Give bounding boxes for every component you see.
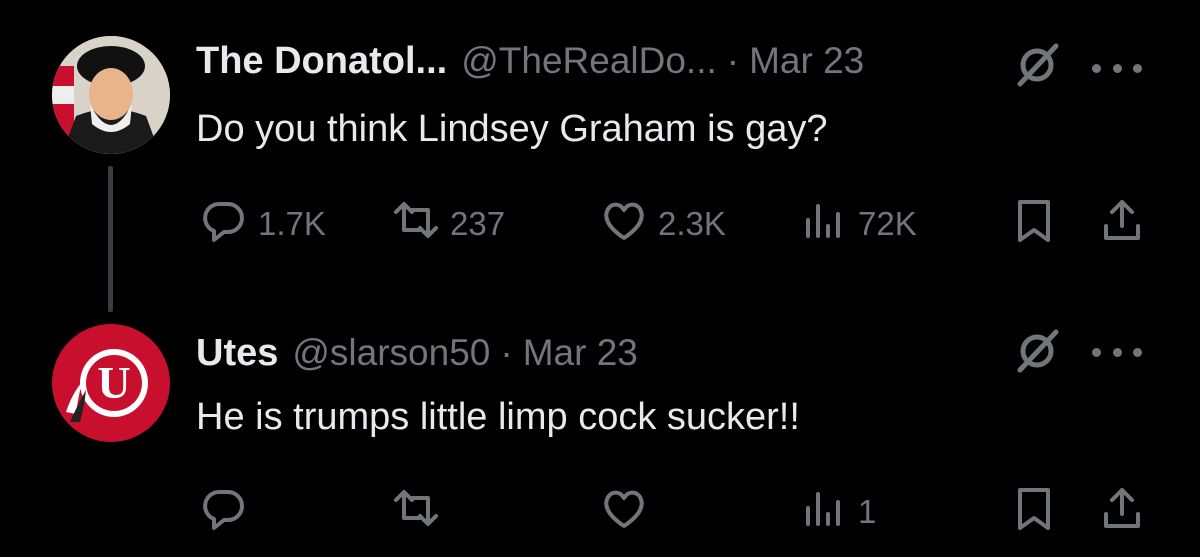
like-icon — [600, 484, 648, 540]
more-icon[interactable] — [1092, 340, 1142, 364]
tweet-parent[interactable]: The Donatol... @TheRealDo... · Mar 23 Do… — [0, 0, 1200, 320]
bookmark-button[interactable] — [1010, 484, 1058, 540]
tweet-text: Do you think Lindsey Graham is gay? — [196, 108, 828, 150]
separator: · — [726, 40, 740, 81]
avatar[interactable] — [52, 36, 170, 154]
svg-text:U: U — [97, 357, 130, 408]
tweet-header: The Donatol... @TheRealDo... · Mar 23 — [196, 40, 864, 83]
more-icon[interactable] — [1092, 56, 1142, 80]
reply-icon — [200, 484, 248, 540]
bookmark-button[interactable] — [1010, 196, 1058, 252]
action-bar: 1 — [0, 484, 1200, 544]
reply-button[interactable]: 1.7K — [200, 196, 326, 252]
bookmark-icon — [1010, 196, 1058, 252]
view-count: 1 — [858, 493, 877, 530]
like-button[interactable]: 2.3K — [600, 196, 726, 252]
repost-icon — [392, 196, 440, 252]
avatar[interactable]: U — [52, 324, 170, 442]
like-icon — [600, 196, 648, 252]
action-bar: 1.7K 237 2.3K 72K — [0, 196, 1200, 256]
views-button[interactable]: 1 — [800, 484, 876, 540]
display-name[interactable]: The Donatol... — [196, 40, 447, 83]
share-icon — [1098, 196, 1146, 252]
timestamp[interactable]: Mar 23 — [749, 40, 864, 82]
reply-icon — [200, 196, 248, 252]
like-count: 2.3K — [658, 205, 726, 242]
display-name[interactable]: Utes — [196, 332, 278, 375]
grok-icon[interactable] — [1012, 326, 1062, 376]
repost-button[interactable] — [392, 484, 450, 540]
reply-button[interactable] — [200, 484, 258, 540]
grok-icon[interactable] — [1012, 40, 1062, 90]
timestamp[interactable]: Mar 23 — [523, 332, 638, 374]
handle[interactable]: @slarson50 — [292, 332, 490, 374]
views-icon — [800, 484, 848, 540]
views-icon — [800, 196, 848, 252]
reply-count: 1.7K — [258, 205, 326, 242]
views-button[interactable]: 72K — [800, 196, 917, 252]
share-icon — [1098, 484, 1146, 540]
tweet-reply[interactable]: U Utes @slarson50 · Mar 23 He is trumps … — [0, 320, 1200, 557]
like-button[interactable] — [600, 484, 658, 540]
separator: · — [500, 332, 513, 373]
bookmark-icon — [1010, 484, 1058, 540]
share-button[interactable] — [1098, 196, 1146, 252]
repost-icon — [392, 484, 440, 540]
tweet-header: Utes @slarson50 · Mar 23 — [196, 332, 638, 375]
repost-count: 237 — [450, 205, 506, 242]
share-button[interactable] — [1098, 484, 1146, 540]
handle[interactable]: @TheRealDo... — [461, 40, 717, 82]
tweet-text: He is trumps little limp cock sucker!! — [196, 396, 800, 438]
repost-button[interactable]: 237 — [392, 196, 505, 252]
view-count: 72K — [858, 205, 917, 242]
